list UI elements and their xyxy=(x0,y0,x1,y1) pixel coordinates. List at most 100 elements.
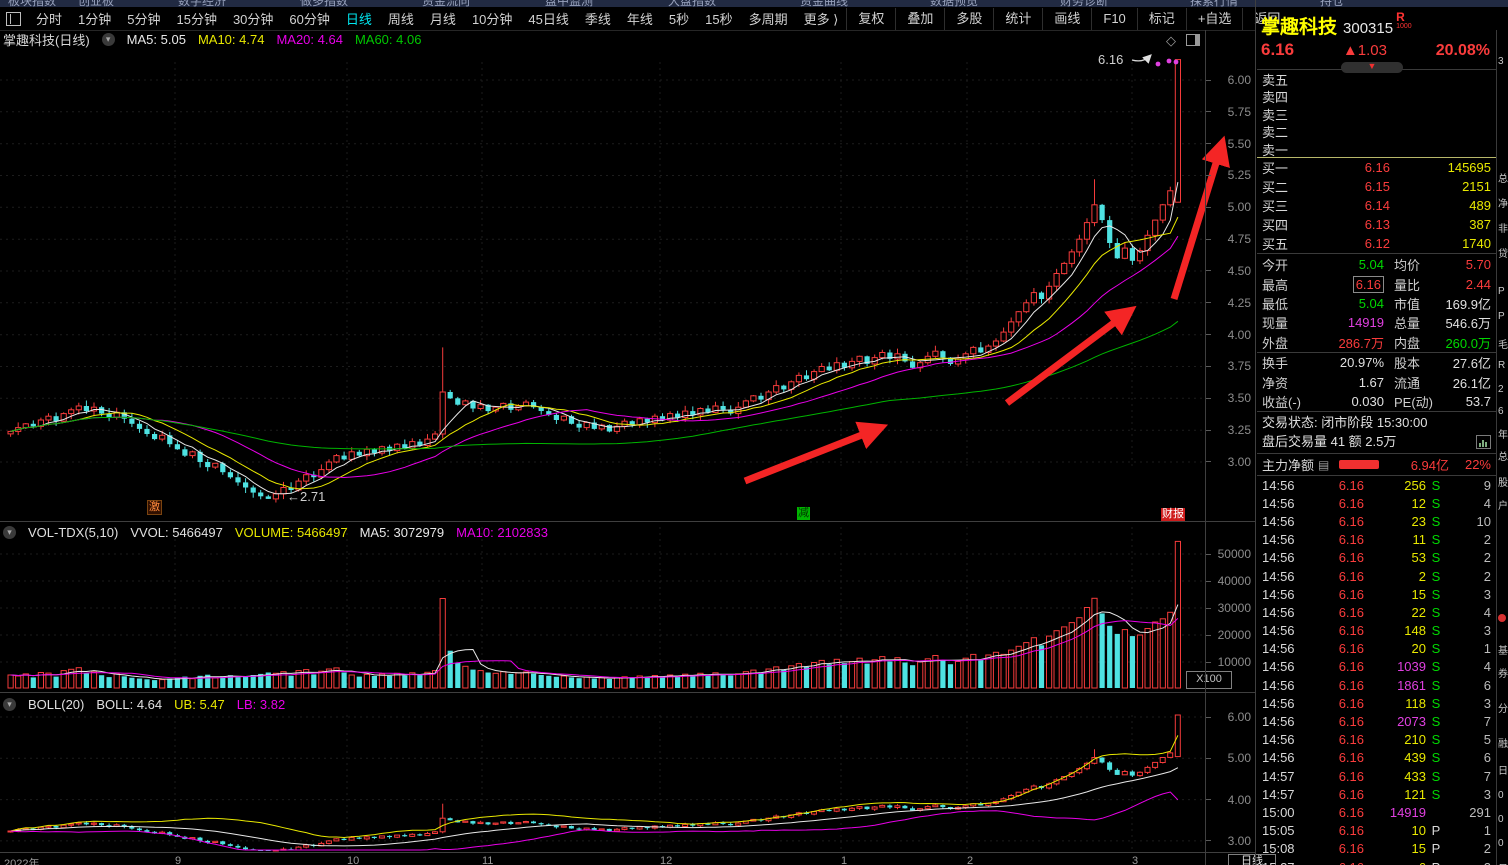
timeframe-button[interactable]: 年线 xyxy=(619,9,661,28)
timeframe-button[interactable]: 5秒 xyxy=(661,9,697,28)
trade-price: 6.16 xyxy=(1338,623,1364,639)
top-menu-item[interactable]: 大盘指数 xyxy=(668,0,716,7)
list-icon[interactable]: ▤ xyxy=(1318,458,1329,472)
top-menu-item[interactable]: 数据预览 xyxy=(930,0,978,7)
bid-row[interactable]: 买五 6.12 1740 xyxy=(1257,234,1496,253)
ask-label: 卖二 xyxy=(1262,125,1289,141)
chevron-down-icon[interactable]: ▾ xyxy=(3,525,16,539)
top-menu-item[interactable]: 盘中监测 xyxy=(545,0,593,7)
event-badge[interactable]: 减 xyxy=(797,507,810,520)
timeframe-button[interactable]: 月线 xyxy=(422,9,464,28)
toolbar-button[interactable]: 叠加 xyxy=(895,7,944,30)
boll-chart[interactable] xyxy=(0,713,1255,852)
trade-flag: P xyxy=(1431,841,1441,857)
ask-row[interactable]: 卖四 xyxy=(1257,87,1496,105)
bid-row[interactable]: 买二 6.15 2151 xyxy=(1257,177,1496,196)
event-badge[interactable]: 激 xyxy=(147,500,162,515)
trade-time: 14:56 xyxy=(1262,550,1295,566)
daily-candlestick-chart[interactable] xyxy=(0,30,1255,520)
bid-row[interactable]: 买四 6.13 387 xyxy=(1257,215,1496,234)
stat-value: 2.44 xyxy=(1465,276,1491,292)
chevron-down-icon[interactable]: ▾ xyxy=(101,32,115,46)
bid-price: 6.12 xyxy=(1364,236,1390,251)
top-menu-item[interactable]: 资金流向 xyxy=(422,0,470,7)
volume-unit-label: X100 xyxy=(1186,671,1232,689)
top-menu-strip: 板块指数 创业板 数字经济 做多指数 资金流向 盘中监测 大盘指数 资金曲线 数据预览 财务诊断 探… xyxy=(0,0,1508,7)
trade-price: 6.16 xyxy=(1338,750,1364,766)
orderbook-collapse-button[interactable]: ▼ xyxy=(1341,62,1403,73)
tick-trade-list[interactable]: 14:56 6.16 256 S 9 14:56 6.16 12 S 4 14:56 6.16 23 S 1… xyxy=(1257,476,1496,865)
stat-value: 5.70 xyxy=(1465,257,1491,273)
timeframe-button[interactable]: 15分钟 xyxy=(168,9,224,28)
after-hours-row: 盘后交易量 41 额 2.5万 xyxy=(1257,432,1496,454)
timeframe-button[interactable]: 分时 xyxy=(28,9,70,28)
top-menu-item[interactable]: 资金曲线 xyxy=(800,0,848,7)
axis-tick-label: 4.25 xyxy=(1227,295,1251,310)
timeframe-button[interactable]: 30分钟 xyxy=(225,9,281,28)
ask-row[interactable]: 卖一 xyxy=(1257,140,1496,158)
toolbar-button[interactable]: 画线 xyxy=(1042,7,1091,30)
trade-flag: S xyxy=(1431,714,1441,730)
volume-bar-chart[interactable] xyxy=(0,523,1255,690)
trade-row: 14:56 6.16 11 S 2 xyxy=(1257,531,1496,549)
trade-time: 14:56 xyxy=(1262,695,1295,711)
stat-label: 股本 xyxy=(1394,356,1421,372)
stat-value: 169.9亿 xyxy=(1445,296,1491,312)
stock-name[interactable]: 掌趣科技 xyxy=(1261,17,1337,38)
time-axis-label: 2 xyxy=(967,855,974,865)
trade-count: 4 xyxy=(1483,659,1491,675)
toolbar-button[interactable]: 多股 xyxy=(944,7,993,30)
clipped-char: P xyxy=(1498,311,1505,322)
ask-row[interactable]: 卖二 xyxy=(1257,122,1496,141)
trade-time: 15:08 xyxy=(1262,841,1295,857)
top-menu-item[interactable]: 财务诊断 xyxy=(1060,0,1108,7)
timeframe-button[interactable]: 10分钟 xyxy=(464,9,520,28)
trade-row: 15:08 6.16 15 P 2 xyxy=(1257,840,1496,858)
ask-row[interactable]: 卖三 xyxy=(1257,105,1496,123)
bid-price: 6.13 xyxy=(1364,217,1390,232)
timeframe-button[interactable]: 季线 xyxy=(577,9,619,28)
bid-row[interactable]: 买一 6.16 145695 xyxy=(1257,158,1496,177)
top-menu-item[interactable]: 创业板 xyxy=(78,0,114,7)
clipped-char: 年 xyxy=(1498,430,1508,441)
timeframe-button[interactable]: 1分钟 xyxy=(70,9,119,28)
top-menu-item[interactable]: 数字经济 xyxy=(178,0,226,7)
timeframe-button[interactable]: 多周期 xyxy=(741,9,796,28)
trade-row: 14:56 6.16 2073 S 7 xyxy=(1257,712,1496,730)
bid-label: 买三 xyxy=(1262,199,1289,214)
axis-tick-label: 30000 xyxy=(1217,601,1251,615)
timeframe-button[interactable]: 更多 ⟩ xyxy=(796,9,847,28)
bid-volume: 1740 xyxy=(1462,236,1491,251)
stat-value: 5.04 xyxy=(1358,257,1384,273)
trade-time: 15:05 xyxy=(1262,823,1295,839)
toolbar-button[interactable]: 复权 xyxy=(846,7,895,30)
trade-row: 14:56 6.16 15 S 3 xyxy=(1257,585,1496,603)
toolbar-button[interactable]: F10 xyxy=(1091,7,1136,30)
timeframe-button[interactable]: 日线 xyxy=(338,9,380,28)
clipped-char: 分 xyxy=(1498,704,1508,715)
timeframe-button[interactable]: 60分钟 xyxy=(281,9,337,28)
layout-toggle-icon[interactable] xyxy=(6,11,21,26)
timeframe-button[interactable]: 15秒 xyxy=(697,9,740,28)
bar-chart-icon[interactable] xyxy=(1476,435,1491,449)
toolbar-button[interactable]: 统计 xyxy=(993,7,1042,30)
timeframe-button[interactable]: 周线 xyxy=(380,9,422,28)
timeframe-button[interactable]: 5分钟 xyxy=(119,9,168,28)
top-menu-item[interactable]: 做多指数 xyxy=(300,0,348,7)
top-menu-item[interactable]: 探索行情 xyxy=(1190,0,1238,7)
trade-price: 6.16 xyxy=(1338,659,1364,675)
event-badge[interactable]: 财报 xyxy=(1161,508,1185,521)
boll-header-label: UB: 5.47 xyxy=(174,696,225,712)
top-menu-item[interactable]: 板块指数 xyxy=(8,0,56,7)
toolbar-button[interactable]: 标记 xyxy=(1136,7,1186,30)
toolbar-button[interactable]: +自选 xyxy=(1185,7,1243,30)
bid-volume: 2151 xyxy=(1462,179,1491,194)
chevron-down-icon[interactable]: ▾ xyxy=(3,697,16,711)
timeframe-button[interactable]: 45日线 xyxy=(520,9,576,28)
top-menu-item[interactable]: 持仓 xyxy=(1320,0,1344,7)
stat-label: 均价 xyxy=(1394,258,1421,274)
bid-row[interactable]: 买三 6.14 489 xyxy=(1257,196,1496,215)
trade-flag: S xyxy=(1431,604,1441,620)
panel-toggle-icon[interactable] xyxy=(1186,34,1200,46)
trade-flag: S xyxy=(1431,659,1441,675)
